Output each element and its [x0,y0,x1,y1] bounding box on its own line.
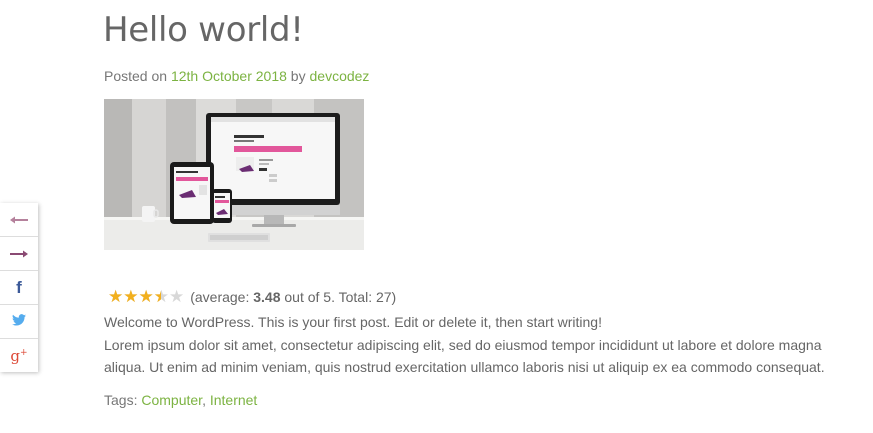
share-bar: f g+ [0,203,38,372]
twitter-icon [12,313,26,331]
facebook-icon: f [16,277,22,297]
share-next-button[interactable] [0,237,38,271]
post-rating: ★★★★★ ★★★★★ (average: 3.48 out of 5. Tot… [108,288,396,305]
post-date-link[interactable]: 12th October 2018 [171,68,287,84]
content-paragraph-2: Lorem ipsum dolor sit amet, consectetur … [104,336,825,376]
by-label: by [286,68,310,84]
tags-label: Tags: [104,392,142,408]
rating-text: (average: 3.48 out of 5. Total: 27) [190,289,396,305]
rating-stars[interactable]: ★★★★★ ★★★★★ [108,288,184,305]
tag-link-computer[interactable]: Computer [141,392,202,408]
share-google-plus-button[interactable]: g+ [0,339,38,372]
content-paragraph-1: Welcome to WordPress. This is your first… [104,314,602,330]
rating-stars-filled: ★★★★★ [108,288,161,305]
page: Hello world! Posted on 12th October 2018… [0,0,873,433]
posted-on-label: Posted on [104,68,171,84]
featured-image-illustration [104,99,364,250]
post-content: Welcome to WordPress. This is your first… [104,311,844,379]
post-title: Hello world! [103,10,304,50]
google-plus-icon: g+ [10,346,28,365]
rating-text-suffix: out of 5. Total: 27) [280,288,397,305]
share-twitter-button[interactable] [0,305,38,339]
share-facebook-button[interactable]: f [0,271,38,305]
rating-average: 3.48 [253,288,281,305]
rating-text-prefix: (average: [190,288,254,305]
tag-separator: , [202,392,210,408]
author-link[interactable]: devcodez [310,68,370,84]
arrow-left-icon [10,211,28,229]
arrow-right-icon [10,245,28,263]
post-tags: Tags: Computer, Internet [104,392,257,408]
tag-link-internet[interactable]: Internet [210,392,257,408]
post-meta: Posted on 12th October 2018 by devcodez [104,68,369,84]
share-prev-button[interactable] [0,203,38,237]
featured-image[interactable] [104,99,364,250]
